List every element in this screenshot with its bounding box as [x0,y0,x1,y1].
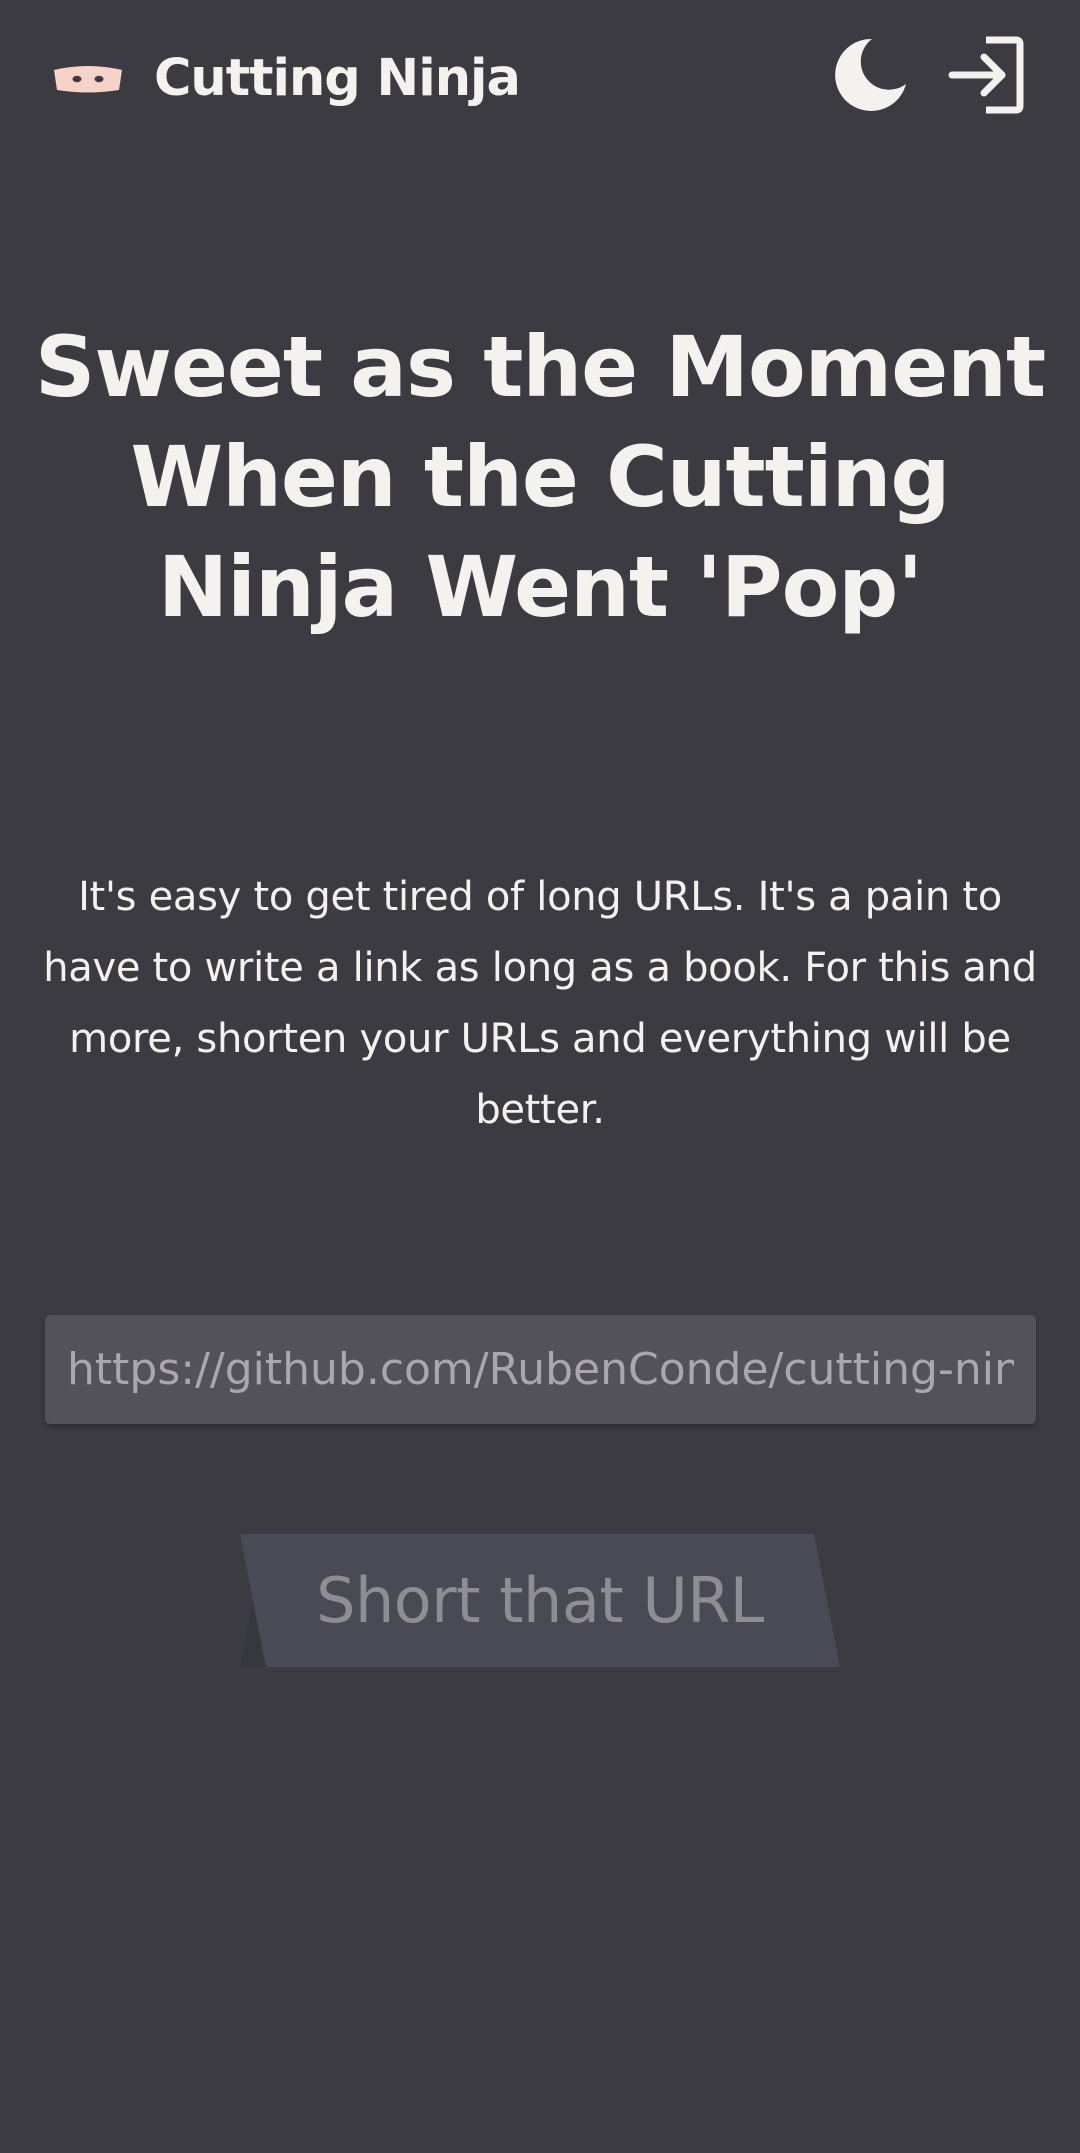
brand-name[interactable]: Cutting Ninja [154,44,521,114]
sign-in-icon [948,36,1024,114]
theme-toggle-button[interactable] [826,34,910,118]
moon-icon [835,38,906,111]
hero-title: Sweet as the Moment When the Cutting Nin… [34,318,1046,636]
short-url-button[interactable]: Short that URL [240,1534,840,1667]
url-input[interactable] [45,1315,1036,1424]
app-header: Cutting Ninja [0,0,1080,160]
short-url-label: Short that URL [316,1564,764,1637]
ninja-mask-icon [54,66,122,93]
login-button[interactable] [946,30,1036,120]
hero-description: It's easy to get tired of long URLs. It'… [43,874,1037,1133]
